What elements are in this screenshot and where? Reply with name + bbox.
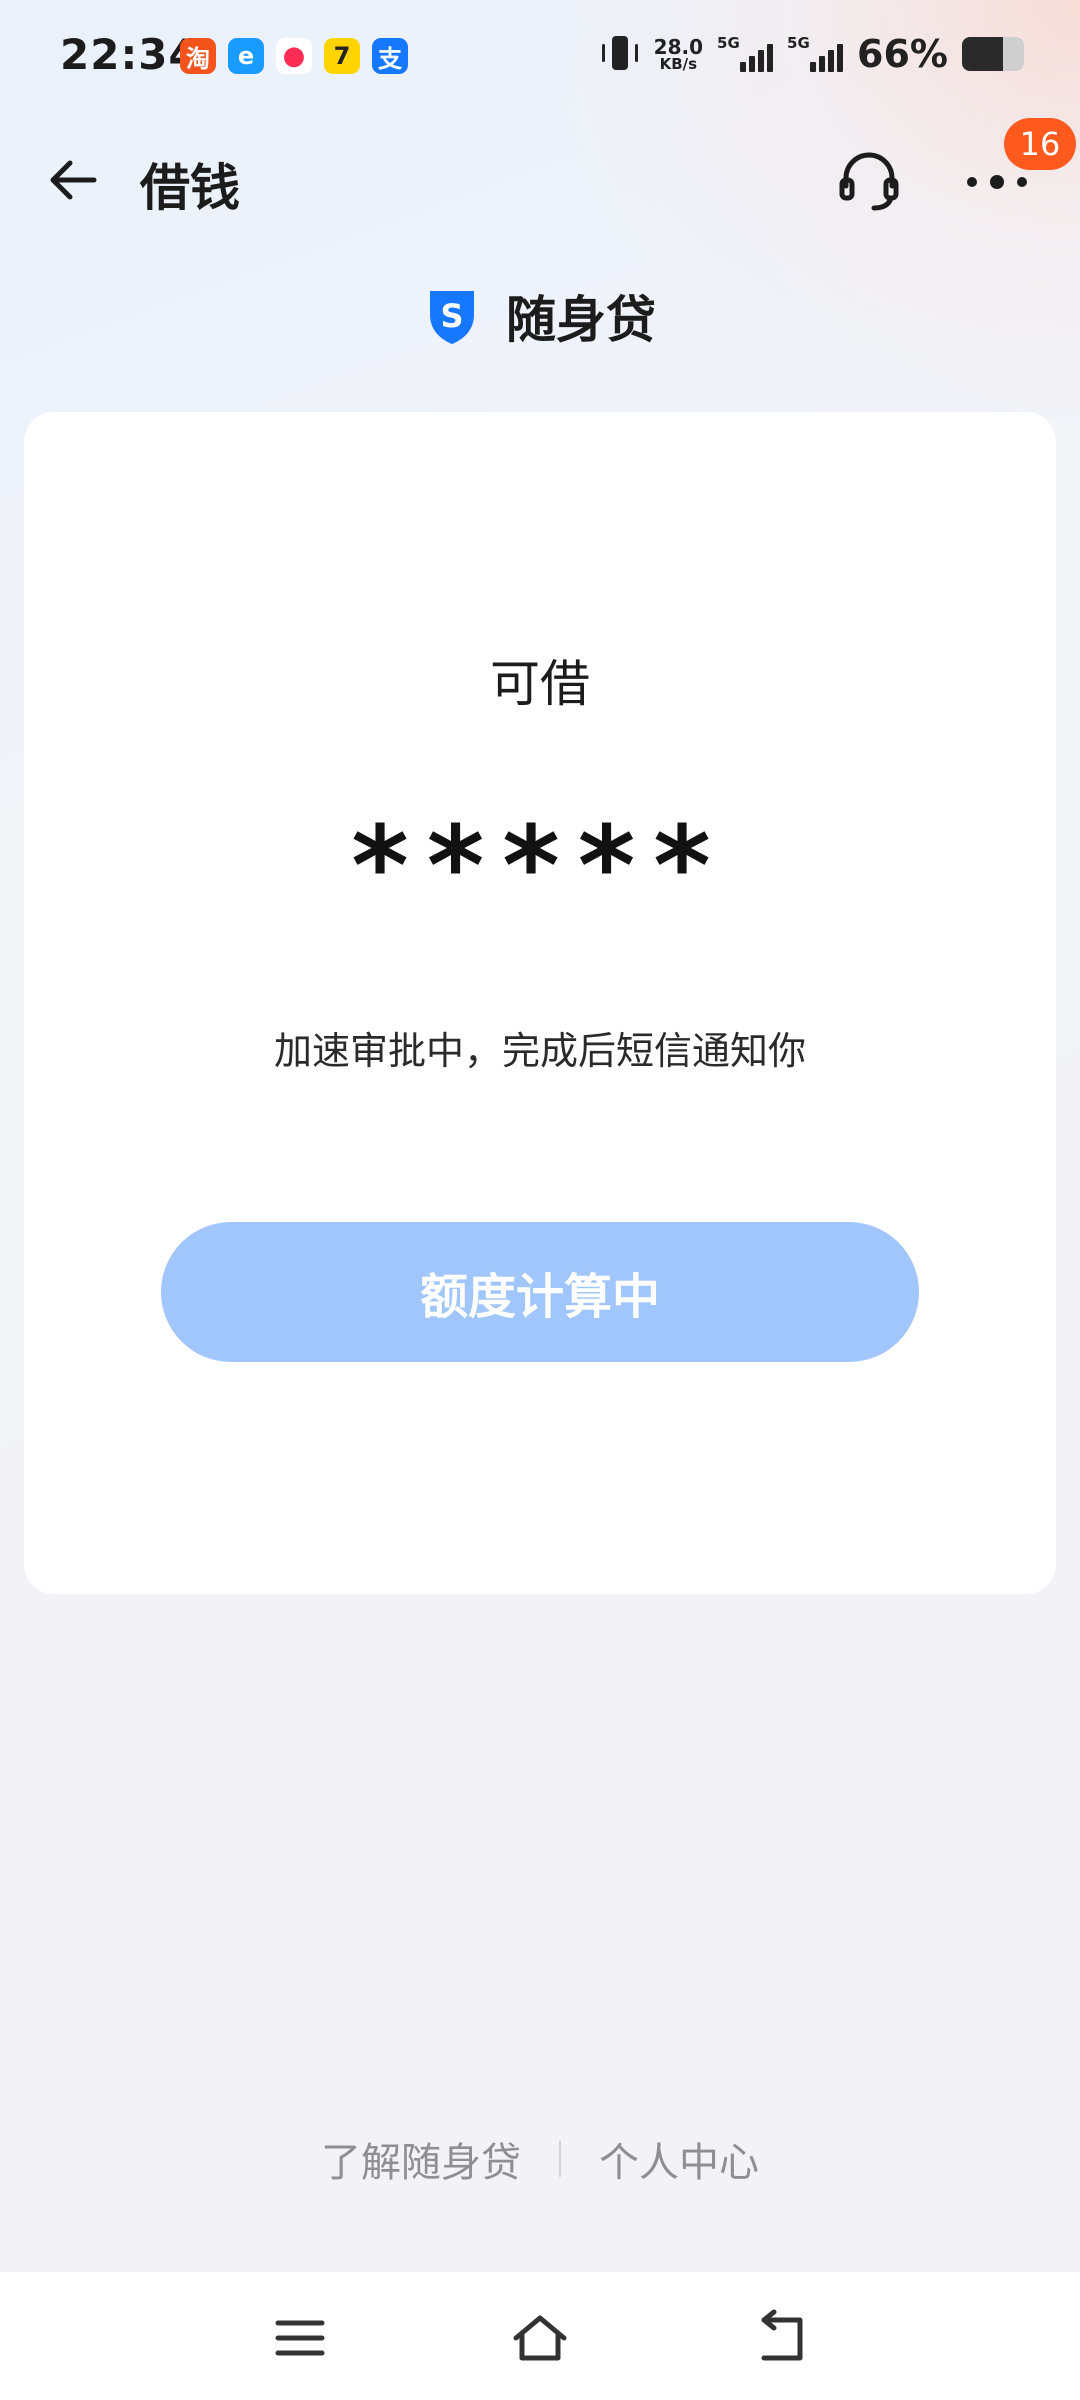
approval-note: 加速审批中，完成后短信通知你: [273, 1029, 806, 1073]
footer-links: 了解随身贷 个人中心: [0, 2130, 1080, 2188]
about-link[interactable]: 了解随身贷: [321, 2130, 521, 2188]
hidden-amount: *****: [351, 802, 729, 930]
message-count-badge: 16: [1004, 118, 1076, 170]
sim1-generation: 5G: [717, 34, 740, 52]
eleme-icon: e: [228, 38, 264, 74]
home-icon[interactable]: [510, 2308, 570, 2368]
battery-level: [962, 37, 1003, 71]
taobao-icon: 淘: [180, 38, 216, 74]
network-speed: 28.0 KB/s: [654, 37, 703, 72]
system-nav-bar: [0, 2272, 1080, 2400]
back-arrow-icon[interactable]: [44, 150, 104, 210]
product-brand: S 随身贷: [0, 280, 1080, 352]
vibrate-icon: [600, 34, 640, 74]
back-icon[interactable]: [750, 2308, 810, 2368]
shield-logo-icon: S: [430, 291, 474, 344]
network-speed-value: 28.0: [653, 34, 704, 59]
logo-letter: S: [440, 297, 463, 335]
link-divider: [559, 2141, 561, 2177]
status-time: 22:34: [60, 30, 199, 79]
brand-name: 随身贷: [506, 291, 656, 349]
status-bar: 22:34 淘 e ● 7 支 28.0 KB/s 5G 5G 66%: [0, 0, 1080, 116]
alipay-icon: 支: [372, 38, 408, 74]
menu-icon[interactable]: [270, 2308, 330, 2368]
personal-center-link[interactable]: 个人中心: [599, 2130, 759, 2188]
page-title: 借钱: [140, 159, 240, 217]
credit-card-panel: 可借 ***** 加速审批中，完成后短信通知你 额度计算中: [24, 412, 1056, 1594]
customer-service-icon[interactable]: [836, 148, 902, 214]
signal-icon-sim1: 5G: [717, 34, 774, 74]
battery-icon: [962, 37, 1024, 71]
battery-percent: 66%: [857, 32, 948, 76]
status-indicators: 28.0 KB/s 5G 5G 66%: [600, 32, 1024, 76]
video-icon: ●: [276, 38, 312, 74]
notification-app-icons: 淘 e ● 7 支: [180, 38, 408, 74]
signal-icon-sim2: 5G: [787, 34, 844, 74]
sim2-generation: 5G: [787, 34, 810, 52]
network-speed-unit: KB/s: [659, 54, 698, 73]
calculating-limit-button[interactable]: 额度计算中: [161, 1222, 919, 1362]
qimao-icon: 7: [324, 38, 360, 74]
available-label: 可借: [490, 655, 590, 713]
